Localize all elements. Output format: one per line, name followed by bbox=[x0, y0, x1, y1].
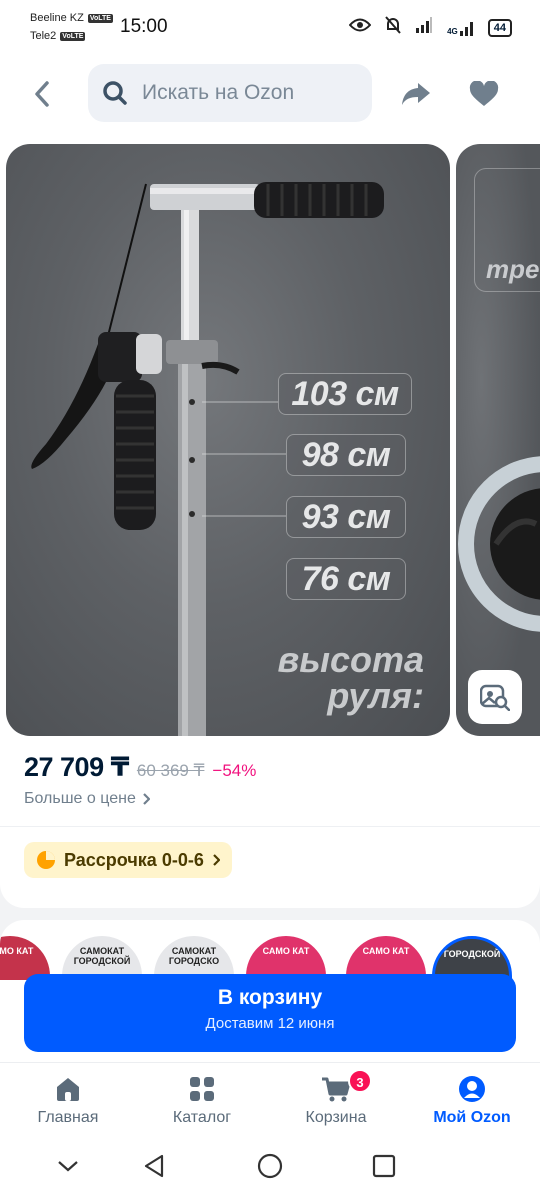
installment-badge[interactable]: Рассрочка 0-0-6 bbox=[24, 842, 232, 878]
nav-item-cart[interactable]: 3 Корзина bbox=[276, 1063, 396, 1139]
next-photo-text: тре bbox=[486, 254, 540, 284]
heart-icon bbox=[469, 81, 499, 106]
status-icons: 4G 44 bbox=[348, 16, 512, 39]
thumbnail-label: САМОКАТ ГОРОДСКО bbox=[168, 946, 220, 966]
share-button[interactable] bbox=[398, 76, 434, 112]
carrier-2-name: Tele2 bbox=[30, 30, 57, 42]
chevron-left-icon bbox=[35, 81, 49, 107]
eye-icon bbox=[348, 18, 372, 37]
add-to-cart-label: В корзину bbox=[217, 986, 323, 1009]
search-icon bbox=[103, 81, 127, 105]
search-placeholder: Искать на Ozon bbox=[142, 81, 295, 104]
next-photo[interactable]: тре bbox=[456, 144, 540, 736]
variant-thumbnails: САМО КАТ САМОКАТ ГОРОДСКОЙ САМОКАТ ГОРОД… bbox=[0, 920, 540, 980]
volte-badge: VoLTE bbox=[87, 13, 113, 23]
caption-line-2: руля: bbox=[327, 675, 424, 716]
back-button[interactable] bbox=[24, 76, 60, 112]
carrier-1-name: Beeline KZ bbox=[30, 12, 84, 24]
network-type: 4G bbox=[447, 26, 458, 36]
nav-label-home: Главная bbox=[37, 1109, 99, 1126]
price-block: 27 709 ₸ 60 369 ₸ −54% Больше о цене Рас… bbox=[0, 736, 540, 908]
thumbnail-label: САМО КАТ bbox=[362, 946, 410, 956]
wheel-illustration bbox=[458, 456, 540, 632]
height-tag-1: 103 см bbox=[278, 373, 412, 415]
old-price: 60 369 ₸ bbox=[136, 761, 205, 780]
nav-item-catalog[interactable]: Каталог bbox=[142, 1063, 262, 1139]
price-details-link[interactable]: Больше о цене bbox=[24, 790, 150, 808]
price-row: 27 709 ₸ 60 369 ₸ −54% bbox=[24, 752, 256, 783]
system-navigation bbox=[0, 1138, 540, 1194]
nav-label-profile: Мой Ozon bbox=[433, 1109, 511, 1126]
chevron-right-icon bbox=[213, 854, 220, 866]
circle-home-icon bbox=[257, 1153, 283, 1179]
triangle-back-icon bbox=[144, 1154, 164, 1178]
delivery-date: Доставим 12 июня bbox=[205, 1015, 335, 1032]
image-search-icon bbox=[480, 684, 510, 711]
carrier-2: Tele2 VoLTE bbox=[30, 30, 86, 42]
thumbnail-label: САМО КАТ bbox=[262, 946, 310, 956]
carrier-1: Beeline KZ VoLTE bbox=[30, 12, 113, 24]
nav-item-home[interactable]: Главная bbox=[8, 1063, 128, 1139]
status-time: 15:00 bbox=[120, 16, 168, 37]
bell-muted-icon bbox=[385, 16, 401, 39]
handlebar-height-caption: высота руля: bbox=[244, 642, 424, 714]
square-recents-icon bbox=[372, 1154, 396, 1178]
height-tag-4: 76 см bbox=[286, 558, 406, 600]
collapse-button[interactable] bbox=[54, 1152, 82, 1180]
price-details-label: Больше о цене bbox=[24, 790, 136, 807]
home-system-button[interactable] bbox=[256, 1152, 284, 1180]
height-tag-3: 93 см bbox=[286, 496, 406, 538]
installment-label: Рассрочка 0-0-6 bbox=[64, 849, 204, 870]
profile-icon bbox=[456, 1073, 488, 1105]
thumbnail-label: САМОКАТ ГОРОДСКОЙ bbox=[73, 946, 131, 966]
signal-icon bbox=[415, 17, 433, 38]
chevron-right-icon bbox=[143, 793, 150, 805]
chevron-down-icon bbox=[58, 1161, 78, 1172]
image-search-button[interactable] bbox=[468, 670, 522, 724]
home-icon bbox=[52, 1073, 84, 1105]
battery-indicator: 44 bbox=[487, 18, 512, 37]
height-tag-2: 98 см bbox=[286, 434, 406, 476]
thumbnail-label: САМО КАТ bbox=[0, 946, 34, 956]
nav-label-catalog: Каталог bbox=[172, 1109, 232, 1126]
search-input[interactable]: Искать на Ozon bbox=[88, 64, 372, 122]
caption-line-1: высота bbox=[277, 639, 424, 680]
favorite-button[interactable] bbox=[466, 76, 502, 112]
recents-system-button[interactable] bbox=[370, 1152, 398, 1180]
current-price: 27 709 ₸ bbox=[24, 752, 129, 782]
catalog-icon bbox=[186, 1073, 218, 1105]
volte-badge: VoLTE bbox=[60, 31, 86, 41]
cart-icon bbox=[320, 1073, 352, 1105]
cart-bar: В корзину Доставим 12 июня bbox=[0, 974, 540, 1062]
add-to-cart-button[interactable]: В корзину Доставим 12 июня bbox=[24, 974, 516, 1052]
discount-percent: −54% bbox=[212, 761, 257, 780]
signal-4g-icon: 4G bbox=[447, 20, 474, 36]
status-bar: Beeline KZ VoLTE Tele2 VoLTE 15:00 4G 44 bbox=[0, 0, 540, 56]
back-system-button[interactable] bbox=[140, 1152, 168, 1180]
cart-count-badge: 3 bbox=[348, 1069, 372, 1093]
bottom-navigation: Главная Каталог 3 Корзина Мой Ozon bbox=[0, 1062, 540, 1138]
share-icon bbox=[402, 83, 430, 105]
divider bbox=[0, 826, 540, 827]
product-photo[interactable]: 103 см 98 см 93 см 76 см высота руля: bbox=[6, 144, 450, 736]
installment-pie-icon bbox=[37, 851, 55, 869]
nav-item-profile[interactable]: Мой Ozon bbox=[412, 1063, 532, 1139]
thumbnail-label: ГОРОДСКОЙ bbox=[443, 949, 501, 959]
top-bar: Искать на Ozon bbox=[0, 56, 540, 136]
nav-label-cart: Корзина bbox=[305, 1109, 367, 1126]
